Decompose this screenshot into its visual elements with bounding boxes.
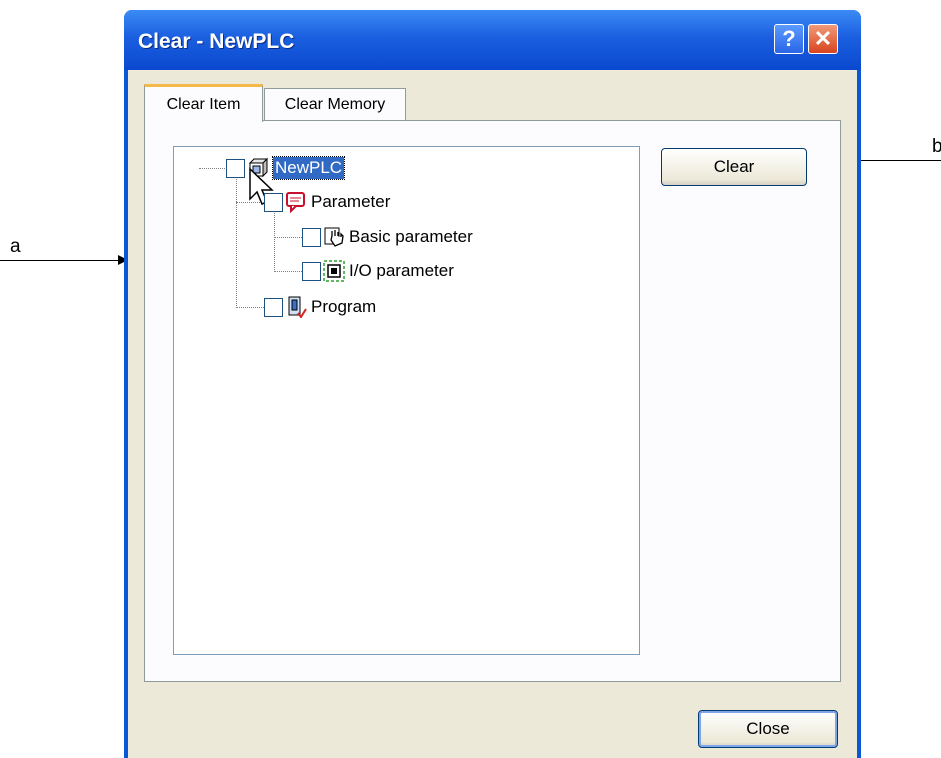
close-icon: ✕	[813, 26, 833, 51]
checkbox-parameter[interactable]	[264, 192, 283, 212]
tab-clear-memory[interactable]: Clear Memory	[264, 88, 406, 121]
callout-label-a: a	[10, 236, 21, 257]
clear-item-tree[interactable]: NewPLC Parameter Basic parameter I/O par…	[173, 146, 640, 655]
tree-connector	[274, 213, 275, 272]
tab-clear-item[interactable]: Clear Item	[144, 84, 263, 122]
checkbox-io-parameter[interactable]	[302, 261, 321, 281]
tree-node-program[interactable]: Program	[264, 296, 376, 318]
program-icon	[288, 296, 307, 318]
callout-label-b: b	[932, 136, 941, 157]
clear-dialog-window: Clear - NewPLC ? ✕ Clear Item Clear Memo…	[124, 10, 861, 758]
tree-connector	[199, 168, 225, 169]
checkbox-program[interactable]	[264, 297, 283, 317]
dialog-client-area: Clear Item Clear Memory NewPLC Parameter…	[128, 70, 857, 758]
tree-connector	[236, 307, 264, 308]
tree-connector	[274, 237, 302, 238]
tree-label-program: Program	[311, 297, 377, 316]
basic-parameter-icon	[324, 227, 344, 247]
tree-connector	[236, 179, 237, 308]
tree-connector	[274, 271, 302, 272]
tree-node-io-parameter[interactable]: I/O parameter	[302, 260, 454, 282]
help-icon: ?	[782, 26, 796, 51]
help-button[interactable]: ?	[774, 24, 804, 54]
callout-line-b	[860, 160, 941, 161]
clear-button[interactable]: Clear	[661, 148, 807, 186]
title-bar[interactable]: Clear - NewPLC ? ✕	[124, 10, 861, 70]
tree-node-basic-parameter[interactable]: Basic parameter	[302, 226, 473, 248]
checkbox-newplc[interactable]	[226, 158, 245, 178]
window-title: Clear - NewPLC	[138, 30, 295, 53]
tree-label-io-parameter: I/O parameter	[349, 261, 454, 280]
callout-line-a	[0, 260, 120, 261]
tree-label-parameter: Parameter	[311, 192, 391, 211]
tree-label-basic-parameter: Basic parameter	[349, 227, 473, 246]
checkbox-basic-parameter[interactable]	[302, 227, 321, 247]
parameter-icon	[286, 192, 305, 213]
tree-label-newplc: NewPLC	[271, 156, 346, 180]
io-parameter-icon	[323, 260, 345, 282]
close-button[interactable]: Close	[698, 710, 838, 748]
window-close-button[interactable]: ✕	[808, 24, 838, 54]
tree-node-newplc[interactable]: NewPLC	[226, 156, 346, 180]
tree-node-parameter[interactable]: Parameter	[264, 191, 390, 213]
clear-item-panel: NewPLC Parameter Basic parameter I/O par…	[144, 120, 841, 682]
